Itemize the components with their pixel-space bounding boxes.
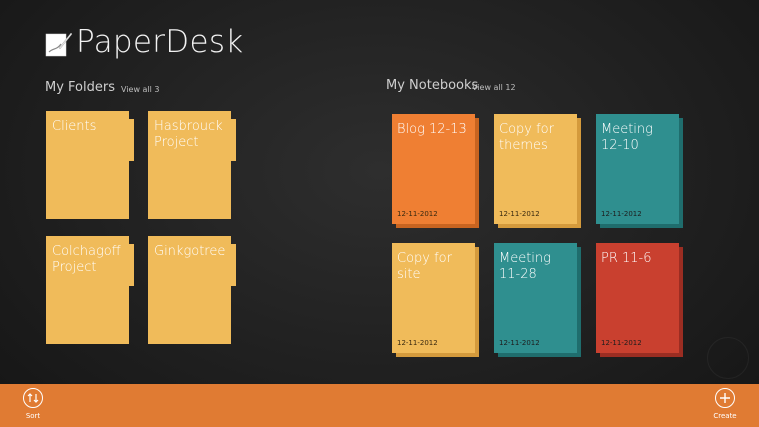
notebook-tile[interactable]: Meeting 12-10 12-11-2012: [596, 114, 683, 228]
folder-tile[interactable]: Clients: [46, 111, 134, 219]
folder-tab: [230, 244, 236, 286]
view-all-notebooks-link[interactable]: View all 12: [472, 83, 516, 92]
plus-icon: [715, 388, 735, 408]
folder-tile[interactable]: Colchagoff Project: [46, 236, 134, 344]
paperdesk-logo-icon: [45, 32, 73, 57]
notebook-title: Blog 12-13: [397, 122, 467, 137]
notebook-tile[interactable]: Blog 12-13 12-11-2012: [392, 114, 479, 228]
notebook-date: 12-11-2012: [499, 339, 540, 347]
notebook-tile[interactable]: Copy for site 12-11-2012: [392, 243, 479, 357]
folder-tab: [128, 119, 134, 161]
notebook-title: PR 11-6: [601, 251, 652, 266]
notebook-tile[interactable]: PR 11-6 12-11-2012: [596, 243, 683, 357]
folder-tab: [230, 119, 236, 161]
notebook-date: 12-11-2012: [499, 210, 540, 218]
notebook-title: Copy for themes: [499, 122, 554, 153]
my-notebooks-title: My Notebooks: [386, 78, 479, 93]
folder-label: Hasbrouck Project: [154, 119, 223, 150]
folder-label: Colchagoff Project: [52, 244, 121, 275]
watermark-decoration: [707, 337, 749, 379]
notebook-tile[interactable]: Meeting 11-28 12-11-2012: [494, 243, 581, 357]
create-button[interactable]: Create: [705, 388, 745, 420]
create-label: Create: [713, 412, 737, 420]
notebook-tile[interactable]: Copy for themes 12-11-2012: [494, 114, 581, 228]
folder-label: Clients: [52, 119, 97, 134]
app-bar: [0, 384, 759, 427]
notebook-date: 12-11-2012: [601, 339, 642, 347]
folder-label: Ginkgotree: [154, 244, 226, 259]
folder-tile[interactable]: Ginkgotree: [148, 236, 236, 344]
sort-label: Sort: [25, 412, 41, 420]
notebook-title: Meeting 11-28: [499, 251, 551, 282]
app-title: PaperDesk: [76, 24, 244, 60]
notebook-date: 12-11-2012: [397, 339, 438, 347]
folder-tile[interactable]: Hasbrouck Project: [148, 111, 236, 219]
notebook-date: 12-11-2012: [601, 210, 642, 218]
sort-button[interactable]: Sort: [13, 388, 53, 420]
view-all-folders-link[interactable]: View all 3: [121, 85, 160, 94]
notebook-date: 12-11-2012: [397, 210, 438, 218]
notebook-title: Meeting 12-10: [601, 122, 653, 153]
folder-tab: [128, 244, 134, 286]
notebook-title: Copy for site: [397, 251, 452, 282]
my-folders-title: My Folders: [45, 80, 115, 95]
sort-icon: [23, 388, 43, 408]
